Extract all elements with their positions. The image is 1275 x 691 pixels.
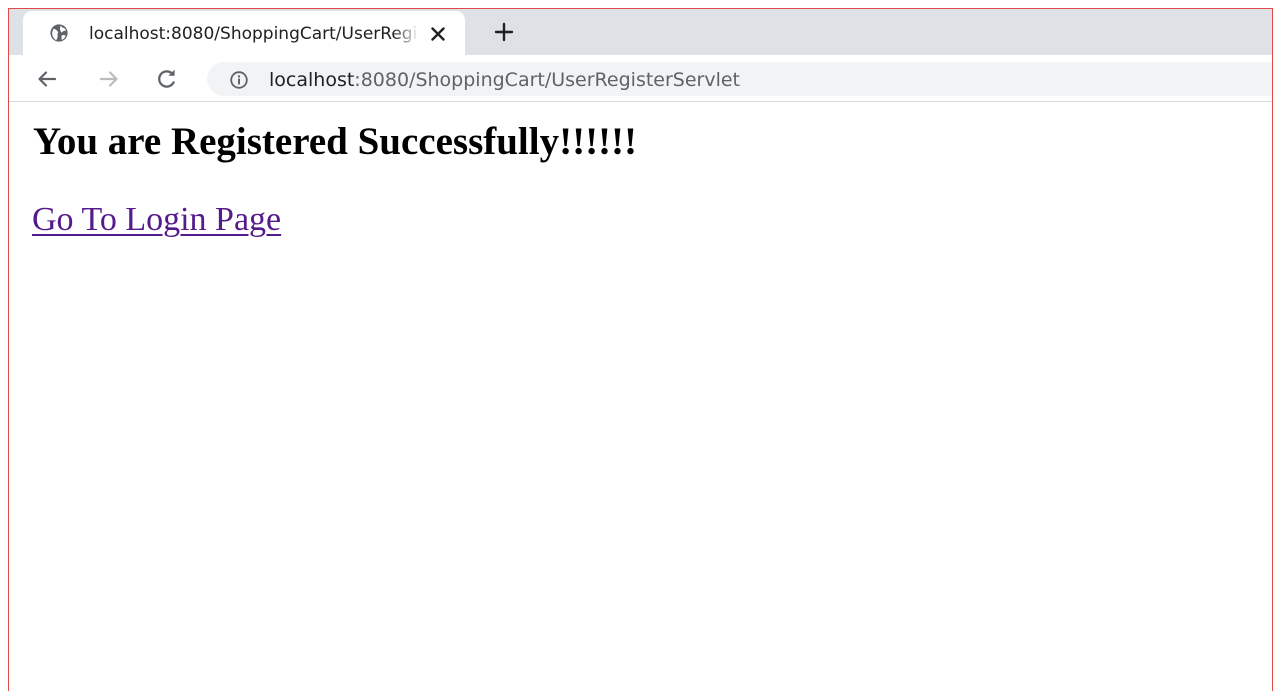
url-text[interactable]: localhost:8080/ShoppingCart/UserRegister… xyxy=(269,68,740,92)
login-page-link[interactable]: Go To Login Page xyxy=(32,200,281,240)
browser-window: localhost:8080/ShoppingCart/UserRegister… xyxy=(8,8,1273,691)
arrow-left-icon[interactable] xyxy=(31,63,63,95)
page-content: You are Registered Successfully!!!!!! Go… xyxy=(9,102,1272,691)
arrow-right-icon[interactable] xyxy=(93,63,125,95)
browser-toolbar: localhost:8080/ShoppingCart/UserRegister… xyxy=(9,55,1272,102)
url-host: localhost xyxy=(269,69,355,91)
plus-icon[interactable] xyxy=(489,17,519,47)
page-heading: You are Registered Successfully!!!!!! xyxy=(33,120,638,163)
tab-strip: localhost:8080/ShoppingCart/UserRegister… xyxy=(9,9,1272,55)
tab-title: localhost:8080/ShoppingCart/UserRegister… xyxy=(89,24,419,44)
url-path: :8080/ShoppingCart/UserRegisterServlet xyxy=(354,69,741,91)
globe-icon xyxy=(49,23,69,43)
tab-active[interactable]: localhost:8080/ShoppingCart/UserRegister… xyxy=(23,11,465,55)
address-bar[interactable]: localhost:8080/ShoppingCart/UserRegister… xyxy=(207,62,1272,96)
reload-icon[interactable] xyxy=(151,63,183,95)
info-icon[interactable] xyxy=(229,70,249,90)
close-icon[interactable] xyxy=(425,21,451,47)
